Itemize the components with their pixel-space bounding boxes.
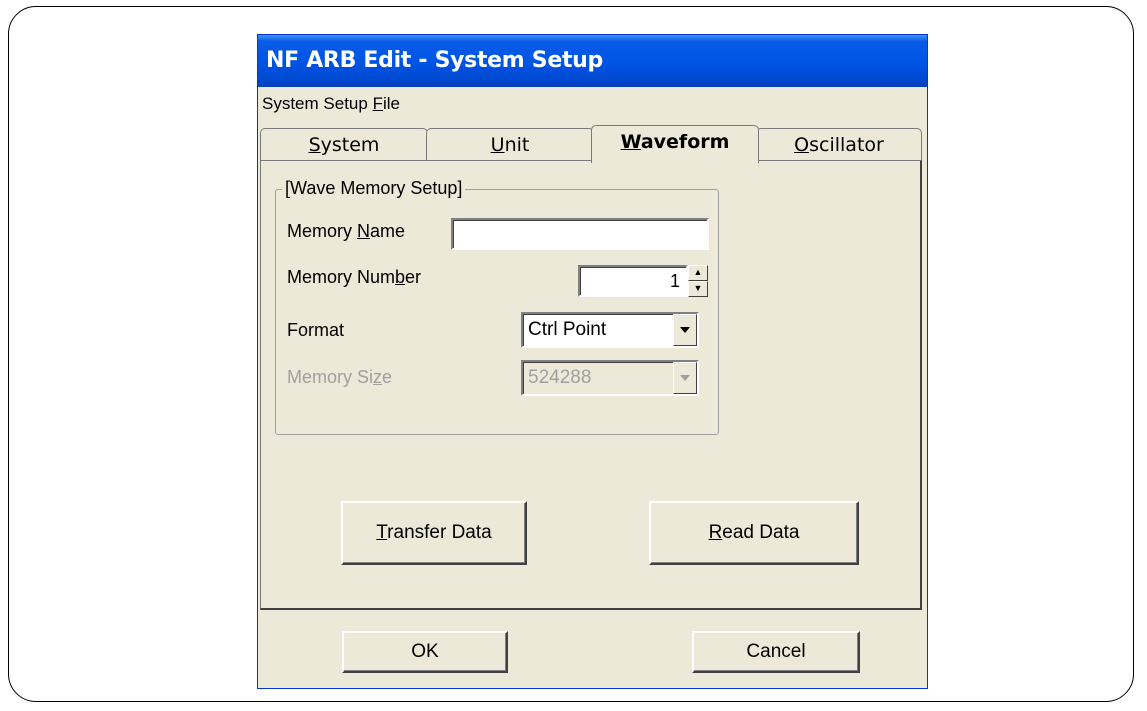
tab-oscillator[interactable]: Oscillator [756, 128, 922, 161]
tab-system[interactable]: System [260, 128, 428, 161]
spin-up-icon[interactable]: ▲ [688, 265, 708, 281]
memory-name-label: Memory Name [287, 221, 406, 241]
memory-number-label: Memory Number [287, 267, 422, 287]
read-data-button[interactable]: Read Data [649, 501, 859, 565]
format-label: Format [287, 320, 345, 340]
cancel-button[interactable]: Cancel [692, 631, 860, 673]
memory-size-label: Memory Size [287, 367, 393, 387]
memory-name-input[interactable] [451, 218, 709, 250]
chevron-down-icon[interactable] [673, 314, 697, 346]
chevron-down-icon [673, 362, 697, 394]
format-select[interactable]: Ctrl Point [521, 312, 699, 348]
tab-waveform[interactable]: Waveform [591, 125, 759, 163]
menu-system-setup-file[interactable]: System Setup File [262, 94, 400, 113]
memory-number-input[interactable]: 1 [578, 265, 688, 297]
memory-size-select: 524288 [521, 360, 699, 396]
tab-strip: System Unit Waveform Oscillator [258, 125, 927, 163]
group-title: [Wave Memory Setup] [282, 178, 466, 199]
ok-button[interactable]: OK [342, 631, 508, 673]
window-title: NF ARB Edit - System Setup [258, 35, 927, 87]
system-setup-dialog: NF ARB Edit - System Setup System Setup … [257, 34, 928, 689]
memory-number-spinner[interactable]: ▲ ▼ [688, 265, 708, 297]
transfer-data-button[interactable]: Transfer Data [341, 501, 527, 565]
waveform-panel: [Wave Memory Setup] Memory Name Memory N… [260, 160, 922, 610]
wave-memory-setup-group: [Wave Memory Setup] Memory Name Memory N… [275, 178, 719, 435]
menu-bar: System Setup File [258, 87, 927, 121]
spin-down-icon[interactable]: ▼ [688, 281, 708, 297]
tab-unit[interactable]: Unit [426, 128, 594, 161]
